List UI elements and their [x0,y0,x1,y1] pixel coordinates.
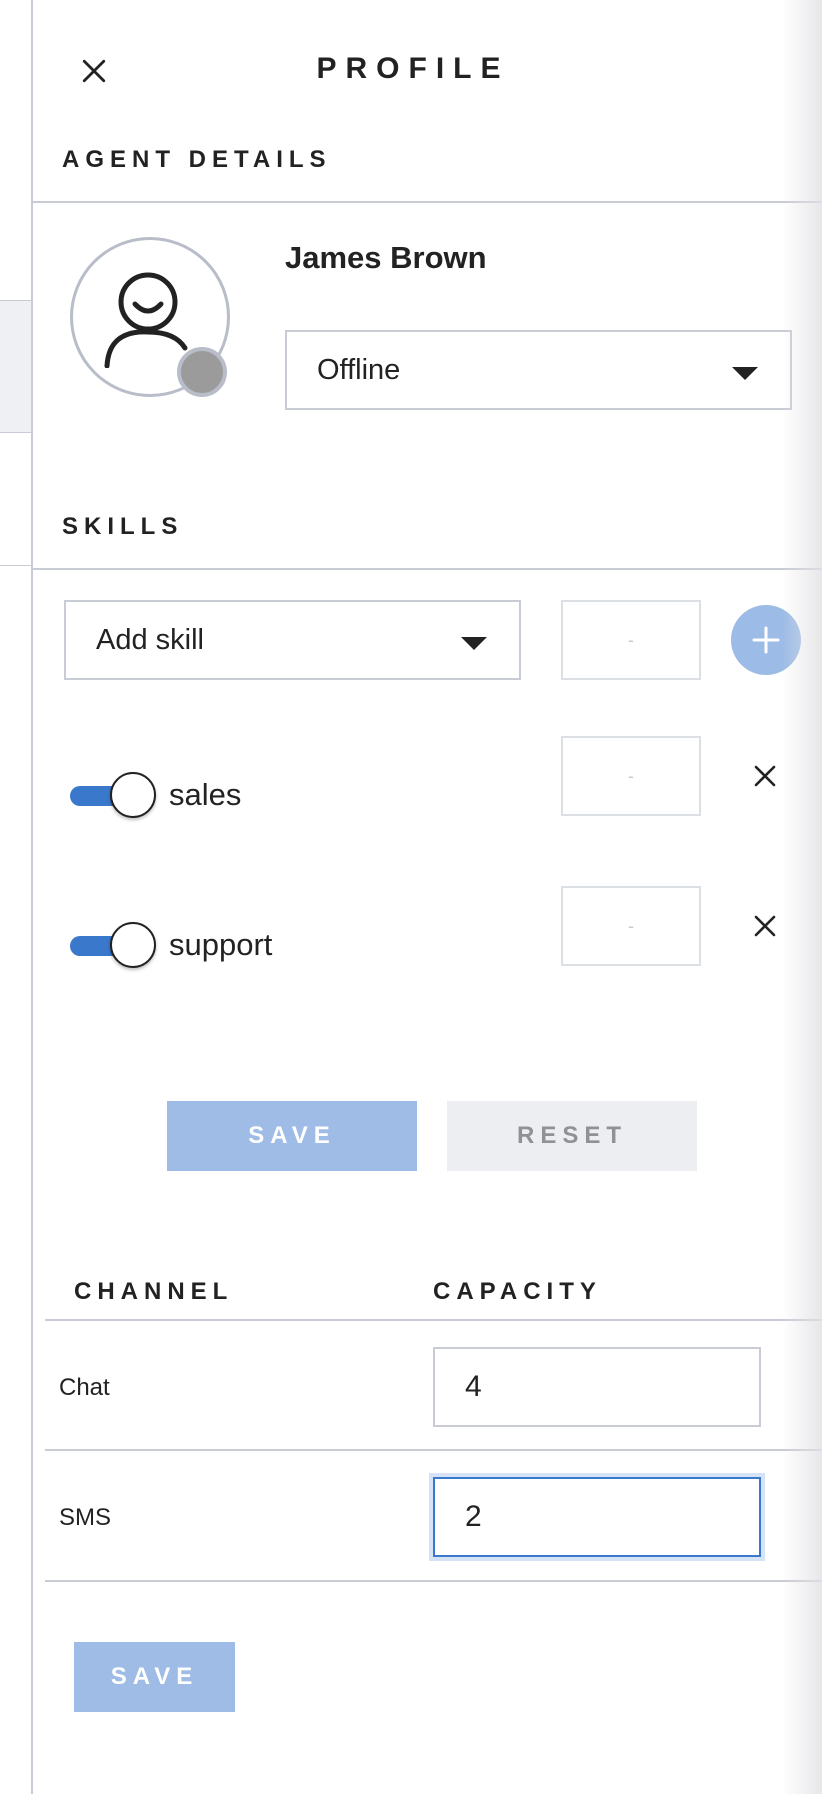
skill-level-input-support[interactable]: - [561,886,701,966]
plus-icon [752,626,780,654]
panel-title: PROFILE [316,52,510,85]
capacity-input-chat[interactable] [433,1347,761,1427]
save-capacity-button[interactable]: SAVE [74,1642,235,1712]
reset-skills-button[interactable]: RESET [447,1101,697,1171]
level-placeholder: - [628,765,634,786]
skill-toggle-support[interactable] [64,922,156,970]
skills-heading: SKILLS [62,513,184,540]
toggle-knob [110,922,156,968]
caret-down-icon [732,367,758,380]
table-divider [45,1580,822,1582]
add-skill-button[interactable] [731,605,801,675]
add-skill-dropdown[interactable]: Add skill [64,600,521,680]
close-icon [754,915,776,937]
channel-column-header: CHANNEL [74,1278,234,1305]
level-placeholder: - [628,629,634,650]
status-dropdown[interactable]: Offline [285,330,792,410]
section-divider [33,201,822,203]
table-divider [45,1449,822,1451]
section-divider [33,568,822,570]
panel-edge-shadow [782,0,822,1794]
capacity-column-header: CAPACITY [433,1278,602,1305]
level-placeholder: - [628,915,634,936]
status-value: Offline [317,353,401,386]
channel-label-sms: SMS [59,1504,112,1531]
remove-skill-support-button[interactable] [745,906,785,946]
agent-details-heading: AGENT DETAILS [62,146,332,173]
add-skill-level-input[interactable]: - [561,600,701,680]
skill-level-input-sales[interactable]: - [561,736,701,816]
remove-skill-sales-button[interactable] [745,756,785,796]
background-divider [0,565,31,566]
background-selected-row [0,300,31,433]
close-icon [754,765,776,787]
agent-name: James Brown [285,240,487,275]
background-app [0,0,32,1794]
skill-toggle-sales[interactable] [64,772,156,820]
capacity-input-sms[interactable] [433,1477,761,1557]
save-skills-button[interactable]: SAVE [167,1101,417,1171]
caret-down-icon [461,637,487,650]
profile-panel: PROFILE AGENT DETAILS James Brown Offlin… [31,0,822,1794]
skill-label-support: support [169,927,273,962]
status-indicator [177,347,227,397]
channel-label-chat: Chat [59,1374,110,1401]
toggle-knob [110,772,156,818]
add-skill-placeholder: Add skill [96,623,204,656]
table-divider [45,1319,822,1321]
user-icon [104,272,188,368]
skill-label-sales: sales [169,777,242,812]
